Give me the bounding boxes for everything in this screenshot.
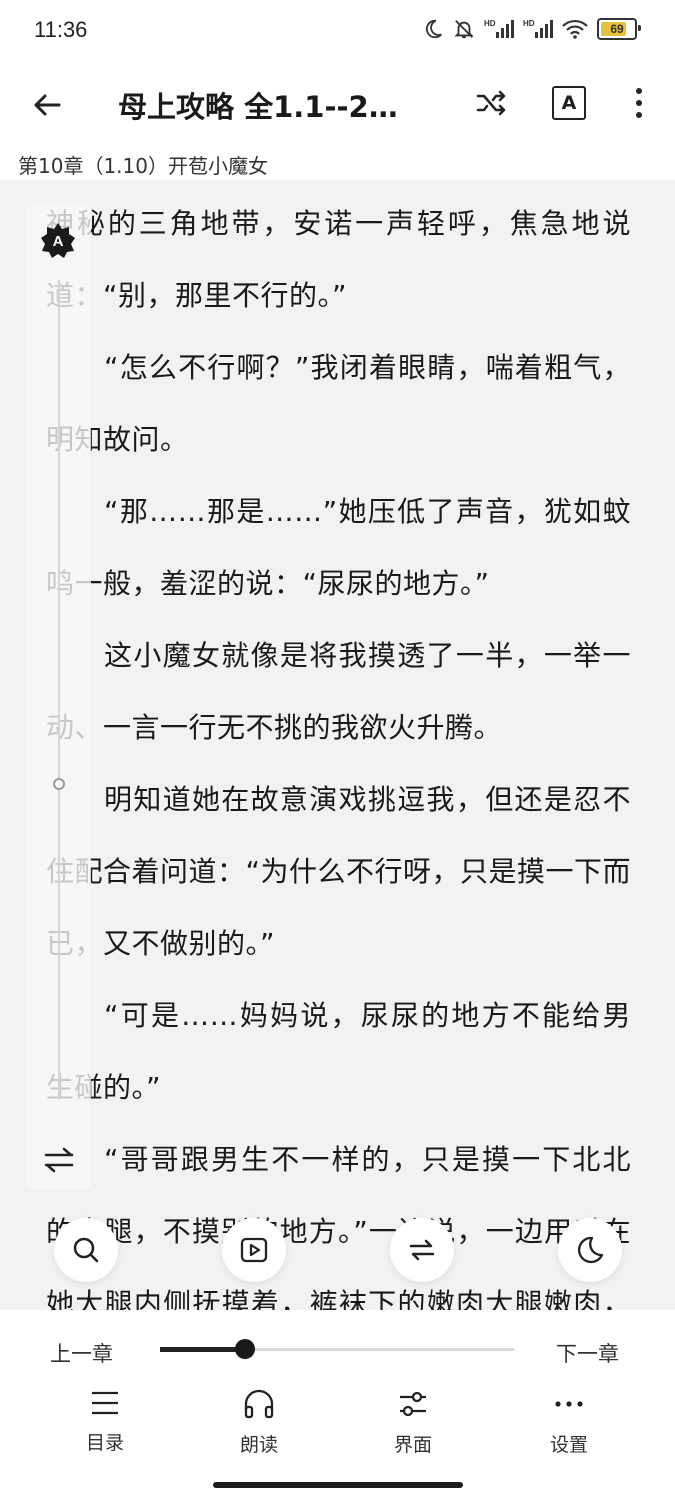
moon-icon — [425, 19, 442, 39]
moon-icon — [577, 1236, 604, 1264]
nav-settings[interactable]: 设置 — [524, 1388, 614, 1457]
paragraph: 这小魔女就像是将我摸透了一半，一举一动、一言一行无不挑的我欲火升腾。 — [46, 639, 631, 744]
hd-signal-icon: HD — [484, 19, 514, 38]
svg-text:A: A — [53, 233, 64, 250]
wifi-icon — [562, 19, 588, 39]
book-title: 母上攻略 全1.1--2… — [118, 90, 398, 124]
chapter-progress-thumb[interactable] — [234, 1339, 255, 1359]
hd-signal-icon: HD — [523, 19, 553, 38]
svg-text:HD: HD — [523, 19, 535, 28]
app-bar: 母上攻略 全1.1--2… A — [0, 64, 675, 144]
repeat-icon — [409, 1239, 435, 1261]
nav-label: 朗读 — [239, 1434, 278, 1456]
nav-interface[interactable]: 界面 — [368, 1388, 458, 1457]
list-icon — [92, 1391, 118, 1415]
home-indicator[interactable] — [213, 1482, 463, 1488]
search-button[interactable] — [54, 1218, 118, 1282]
nav-label: 界面 — [393, 1434, 432, 1456]
paragraph: “那……那是……”她压低了声音，犹如蚊鸣一般，羞涩的说：“尿尿的地方。” — [46, 495, 631, 600]
nav-label: 设置 — [549, 1434, 588, 1456]
paragraph: “哥哥跟男生不一样的，只是摸一下北北的大腿，不摸别的地方。”一边说，一边用手在她… — [46, 1143, 631, 1310]
chapter-header: 第10章（1.10）开苞小魔女 — [0, 144, 675, 180]
sliders-icon — [400, 1391, 426, 1417]
prev-chapter-button[interactable]: 上一章 — [50, 1338, 113, 1368]
bottom-panel: 上一章 下一章 目录 朗读 界面 设置 — [0, 1310, 675, 1500]
chapter-title: 第10章（1.10）开苞小魔女 — [18, 154, 268, 178]
back-button[interactable] — [24, 82, 70, 128]
svg-text:HD: HD — [484, 19, 496, 28]
auto-read-button[interactable]: A — [40, 222, 76, 258]
headphones-icon — [244, 1389, 274, 1419]
auto-play-button[interactable] — [222, 1218, 286, 1282]
search-icon — [73, 1237, 99, 1263]
status-bar: 11:36 HD HD 69 — [0, 0, 675, 64]
more-vert-button[interactable] — [624, 82, 654, 124]
more-vert-icon — [636, 88, 642, 94]
nav-label: 目录 — [85, 1432, 124, 1454]
shuffle-icon — [476, 90, 506, 116]
side-scroll-track[interactable] — [58, 280, 60, 1100]
back-arrow-icon — [34, 94, 61, 116]
swap-arrows-button[interactable] — [42, 1146, 78, 1174]
paragraph: 明知道她在故意演戏挑逗我，但还是忍不住配合着问道：“为什么不行呀，只是摸一下而已… — [46, 783, 632, 960]
next-chapter-button[interactable]: 下一章 — [556, 1338, 619, 1368]
auto-a-icon: A — [41, 223, 75, 258]
status-time: 11:36 — [34, 17, 88, 42]
paragraph: 神秘的三角地带，安诺一声轻呼，焦急地说道：“别，那里不行的。” — [46, 207, 631, 312]
night-mode-button[interactable] — [558, 1218, 622, 1282]
more-horiz-icon — [555, 1401, 583, 1407]
text-a-button[interactable]: A — [552, 86, 586, 120]
bell-off-icon — [454, 20, 474, 39]
paragraph: “可是……妈妈说，尿尿的地方不能给男生碰的。” — [46, 999, 631, 1104]
nav-toc[interactable]: 目录 — [60, 1388, 150, 1455]
status-icons: HD HD 69 — [422, 18, 641, 40]
play-icon — [240, 1237, 268, 1263]
side-scroll-thumb[interactable] — [53, 778, 65, 790]
repeat-button[interactable] — [390, 1218, 454, 1282]
text-a-icon: A — [561, 92, 577, 114]
shuffle-button[interactable] — [470, 82, 512, 124]
nav-listen[interactable]: 朗读 — [214, 1388, 304, 1457]
battery-icon: 69 — [597, 18, 641, 40]
swap-arrows-icon — [44, 1147, 74, 1173]
reading-content[interactable]: 神秘的三角地带，安诺一声轻呼，焦急地说道：“别，那里不行的。” “怎么不行啊？”… — [0, 180, 675, 1310]
battery-level: 69 — [610, 22, 624, 36]
paragraph: “怎么不行啊？”我闭着眼睛，喘着粗气，明知故问。 — [46, 351, 631, 456]
chapter-progress-fill — [160, 1347, 245, 1352]
